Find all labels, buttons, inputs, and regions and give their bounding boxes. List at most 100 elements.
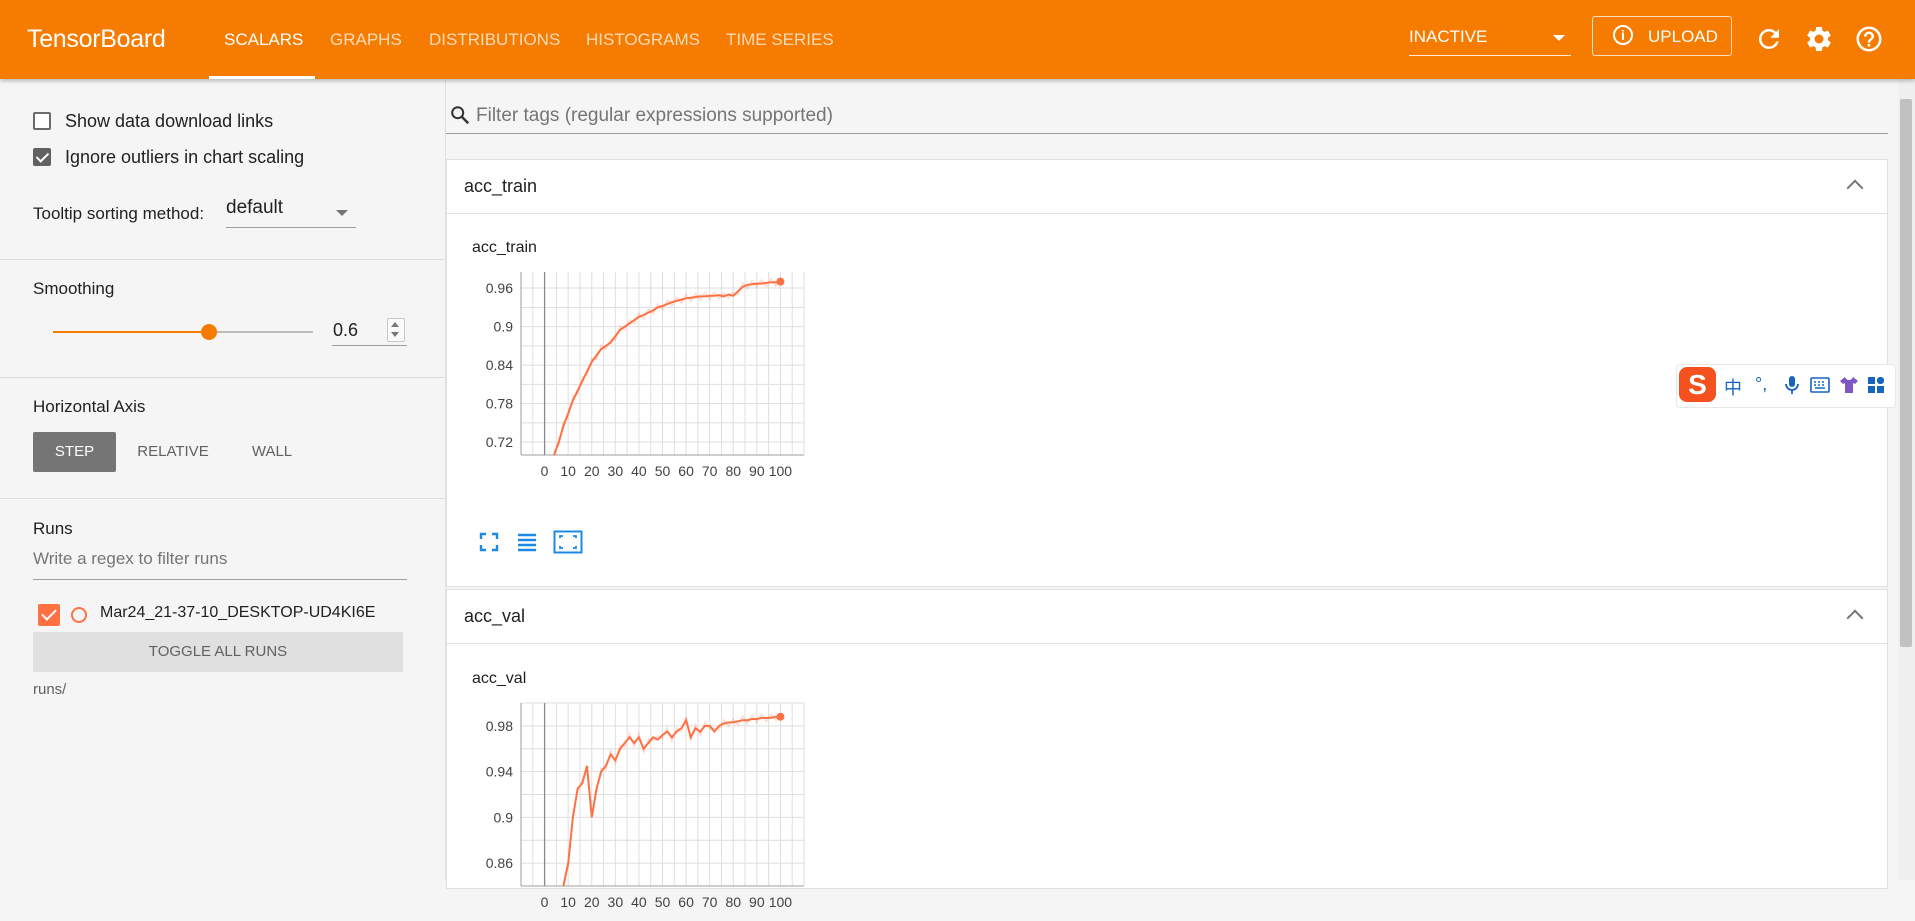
page-scrollbar[interactable] — [1898, 79, 1915, 880]
ime-toolbar: S 中 °, — [1676, 364, 1896, 408]
fullscreen-icon[interactable] — [477, 530, 501, 554]
sogou-logo-icon[interactable]: S — [1679, 367, 1716, 402]
scrollbar-thumb[interactable] — [1900, 99, 1912, 647]
card-title: acc_train — [464, 176, 538, 196]
fit-domain-icon[interactable] — [553, 530, 583, 554]
tooltip-sorting-select[interactable]: default — [226, 197, 356, 228]
sidebar: Show data download links Ignore outliers… — [0, 79, 446, 880]
show-download-links-label: Show data download links — [65, 111, 274, 131]
axis-relative-button[interactable]: RELATIVE — [128, 432, 218, 472]
x-tick-label: 30 — [608, 894, 624, 910]
x-tick-label: 50 — [655, 463, 671, 479]
y-tick-label: 0.94 — [486, 764, 513, 780]
series-last-point — [776, 712, 785, 721]
toggle-all-runs-button[interactable]: TOGGLE ALL RUNS — [33, 632, 403, 672]
tab-distributions[interactable]: DISTRIBUTIONS — [429, 30, 560, 50]
grid-menu-icon[interactable] — [1867, 376, 1885, 394]
keyboard-icon[interactable] — [1810, 377, 1830, 393]
top-app-bar: TensorBoard SCALARS GRAPHS DISTRIBUTIONS… — [0, 0, 1915, 79]
x-tick-label: 100 — [769, 463, 793, 479]
tab-graphs[interactable]: GRAPHS — [330, 30, 402, 50]
axis-step-button[interactable]: STEP — [33, 432, 116, 472]
divider — [0, 259, 445, 260]
runs-filter-input[interactable] — [33, 549, 403, 569]
y-tick-label: 0.84 — [486, 357, 513, 373]
tag-card: acc_val acc_val 0.86 0.9 0.94 0.98 0 10 20 30 40… — [446, 589, 1888, 910]
x-tick-label: 10 — [560, 894, 576, 910]
smoothing-label: Smoothing — [33, 279, 115, 298]
x-tick-label: 40 — [631, 894, 647, 910]
app-title: TensorBoard — [27, 25, 166, 53]
x-tick-label: 40 — [631, 463, 647, 479]
tag-filter-input[interactable] — [476, 105, 1866, 127]
divider — [0, 498, 445, 499]
y-tick-label: 0.86 — [486, 855, 513, 871]
list-icon[interactable] — [515, 530, 539, 554]
x-tick-label: 20 — [584, 463, 600, 479]
active-tab-indicator — [209, 76, 315, 79]
tooltip-sorting-value: default — [226, 197, 284, 218]
tooltip-sorting-label: Tooltip sorting method: — [33, 204, 205, 223]
x-tick-label: 90 — [749, 894, 765, 910]
stepper-icon[interactable] — [387, 318, 405, 342]
ime-chinese-mode[interactable]: 中 — [1724, 374, 1742, 400]
y-tick-label: 0.78 — [486, 396, 513, 412]
x-tick-label: 90 — [749, 463, 765, 479]
y-tick-label: 0.72 — [486, 434, 513, 450]
acc-val-chart[interactable]: 0.86 0.9 0.94 0.98 0 10 20 30 40 50 60 70 80 90 100 — [467, 691, 837, 921]
ignore-outliers-checkbox[interactable] — [33, 148, 51, 166]
x-tick-label: 70 — [702, 463, 718, 479]
chevron-down-icon — [336, 210, 348, 216]
run-name: Mar24_21-37-10_DESKTOP-UD4KI6E — [100, 604, 376, 621]
tag-filter — [446, 100, 1888, 134]
show-download-links-checkbox[interactable] — [33, 112, 51, 130]
run-checkbox[interactable] — [38, 604, 60, 626]
y-tick-label: 0.9 — [494, 809, 514, 825]
settings-icon[interactable] — [1804, 24, 1834, 54]
chart-title: acc_val — [472, 670, 527, 687]
ignore-outliers-label: Ignore outliers in chart scaling — [65, 147, 305, 167]
smoothing-input[interactable]: 0.6 — [332, 318, 407, 346]
x-tick-label: 20 — [584, 894, 600, 910]
chevron-up-icon[interactable] — [1846, 609, 1864, 627]
x-tick-label: 80 — [725, 894, 741, 910]
chart-title: acc_train — [472, 239, 537, 256]
x-tick-label: 0 — [541, 894, 549, 910]
y-tick-label: 0.98 — [486, 718, 513, 734]
horizontal-axis-label: Horizontal Axis — [33, 397, 146, 416]
info-icon: i — [1613, 25, 1633, 45]
run-status-value: INACTIVE — [1409, 27, 1488, 46]
x-tick-label: 30 — [608, 463, 624, 479]
run-color-icon[interactable] — [71, 607, 87, 623]
microphone-icon[interactable] — [1783, 375, 1801, 395]
card-title: acc_val — [464, 606, 526, 626]
runs-filter-field[interactable] — [33, 549, 407, 580]
card-header[interactable]: acc_val — [447, 590, 1887, 644]
runs-dir: runs/ — [33, 681, 67, 698]
card-header[interactable]: acc_train — [447, 160, 1887, 214]
refresh-icon[interactable] — [1754, 24, 1784, 54]
search-icon — [451, 106, 470, 125]
tab-scalars[interactable]: SCALARS — [224, 30, 303, 50]
chevron-up-icon[interactable] — [1846, 179, 1864, 197]
smoothing-slider-fill — [53, 331, 209, 333]
axis-wall-button[interactable]: WALL — [238, 432, 306, 472]
x-tick-label: 60 — [678, 463, 694, 479]
tab-time-series[interactable]: TIME SERIES — [726, 30, 834, 50]
tag-card: acc_train acc_train 0.72 0.78 0.84 0.9 0.96 0… — [446, 159, 1888, 587]
tab-histograms[interactable]: HISTOGRAMS — [586, 30, 700, 50]
y-tick-label: 0.96 — [486, 280, 513, 296]
run-status-dropdown[interactable]: INACTIVE — [1409, 25, 1571, 56]
help-icon[interactable] — [1854, 24, 1884, 54]
skin-icon[interactable] — [1839, 376, 1859, 394]
x-tick-label: 50 — [655, 894, 671, 910]
x-tick-label: 60 — [678, 894, 694, 910]
smoothing-slider-thumb[interactable] — [201, 324, 217, 340]
upload-button[interactable]: i UPLOAD — [1592, 16, 1732, 56]
x-tick-label: 10 — [560, 463, 576, 479]
smoothing-slider[interactable] — [53, 324, 313, 340]
ime-punctuation[interactable]: °, — [1755, 374, 1767, 395]
chevron-down-icon — [1553, 35, 1565, 41]
x-tick-label: 80 — [725, 463, 741, 479]
acc-train-chart[interactable]: 0.72 0.78 0.84 0.9 0.96 0 10 20 30 40 50 60 70 80 90 10… — [467, 260, 837, 490]
